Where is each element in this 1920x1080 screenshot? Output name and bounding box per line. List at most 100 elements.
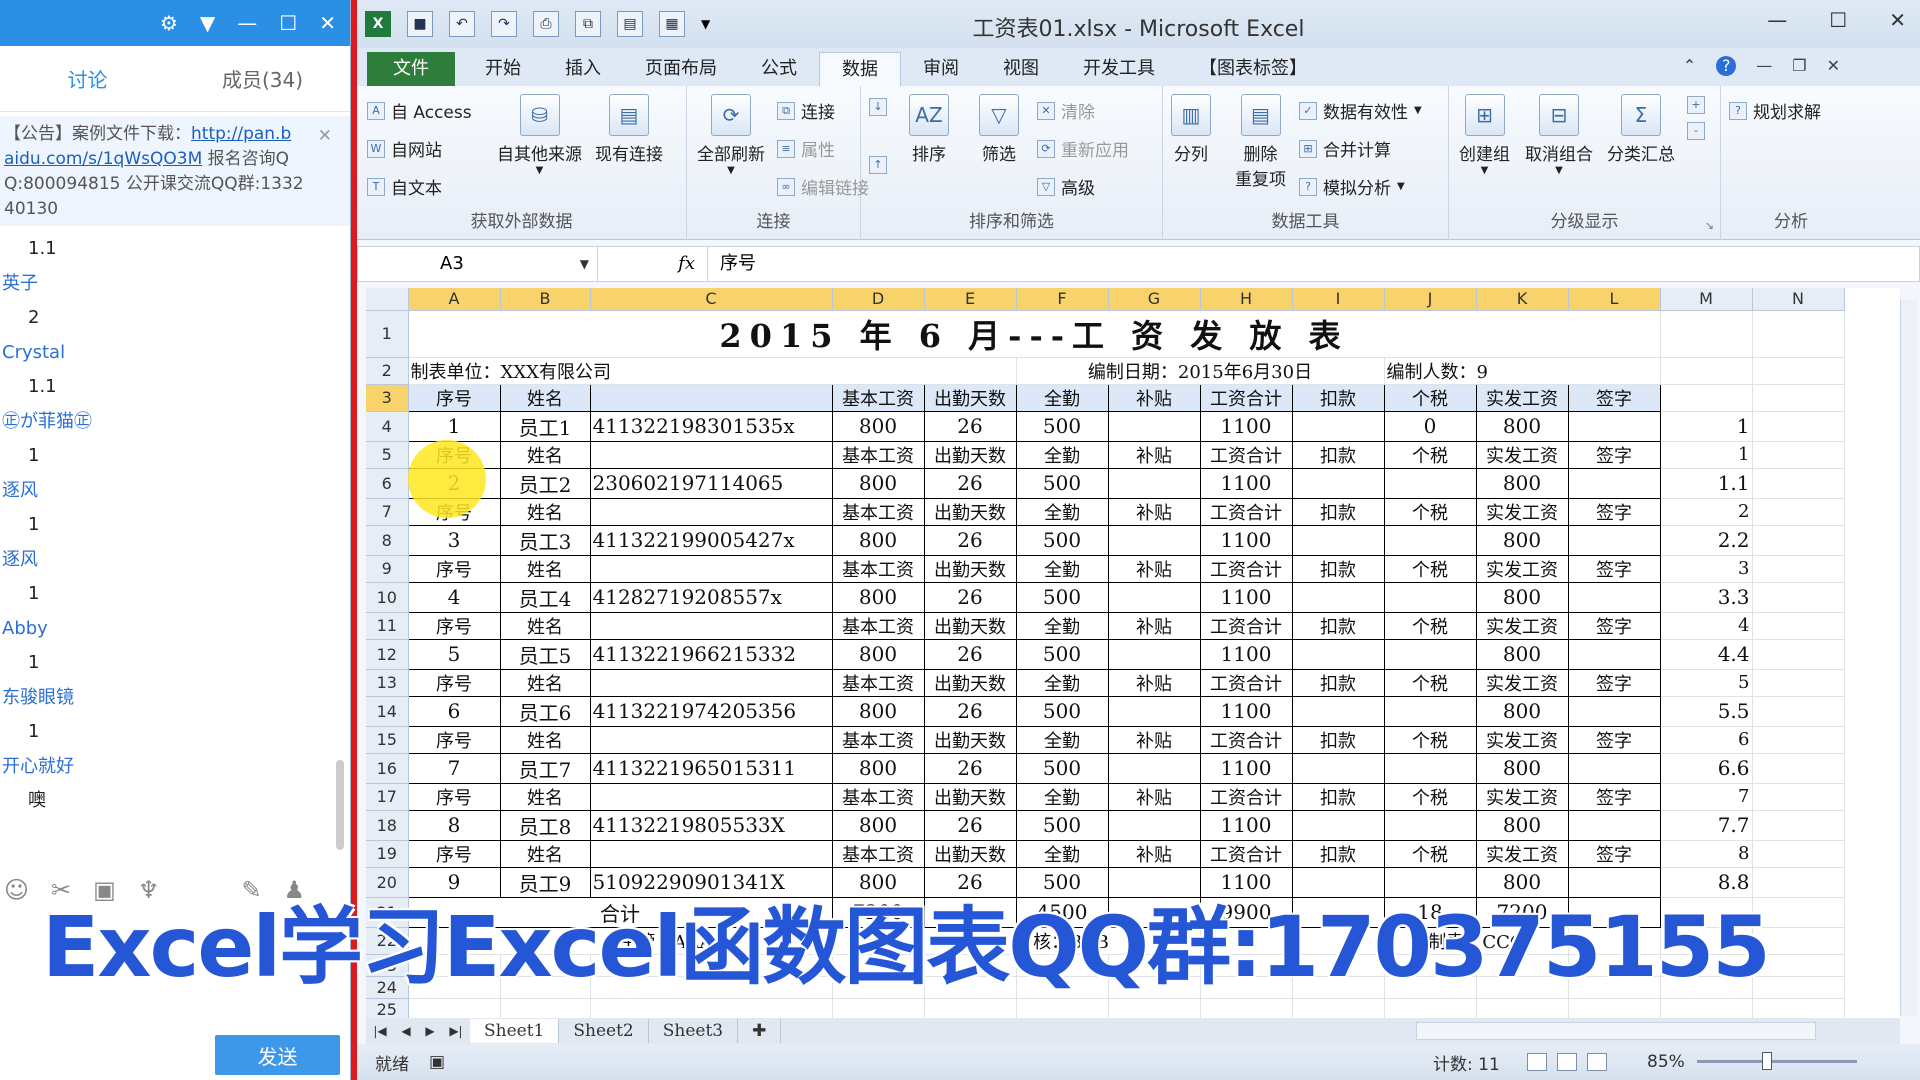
cell-total[interactable]: 1100 xyxy=(1199,638,1293,670)
header-cell[interactable]: 个税 xyxy=(1383,497,1477,526)
column-header[interactable]: N xyxy=(1752,288,1845,311)
header-cell[interactable]: 序号 xyxy=(407,440,501,469)
hide-detail-button[interactable]: - xyxy=(1687,122,1705,140)
data-validation-button[interactable]: ✓ 数据有效性 ▼ xyxy=(1299,98,1422,123)
header-cell[interactable]: 全勤 xyxy=(1015,440,1109,469)
header-cell[interactable] xyxy=(589,782,833,811)
cell-id[interactable]: 411322199005427x xyxy=(589,524,833,556)
header-cell[interactable]: 扣款 xyxy=(1291,839,1385,868)
header-cell[interactable]: 工资合计 xyxy=(1199,497,1293,526)
cell-m[interactable]: 6.6 xyxy=(1660,753,1753,784)
tab-discussion[interactable]: 讨论 xyxy=(0,46,175,111)
row-header[interactable]: 4 xyxy=(366,411,409,442)
subtotal-button[interactable]: Σ 分类汇总 xyxy=(1607,94,1675,165)
cell-tax[interactable] xyxy=(1383,809,1477,841)
message-sender[interactable]: 逐风 xyxy=(0,542,330,577)
cell[interactable] xyxy=(1752,669,1845,697)
cell[interactable] xyxy=(1016,998,1109,1018)
cell-base[interactable]: 800 xyxy=(831,752,925,784)
cell[interactable] xyxy=(1752,783,1845,811)
tab-page-layout[interactable]: 页面布局 xyxy=(623,52,739,86)
minimize-icon[interactable]: — xyxy=(1767,8,1787,32)
message-sender[interactable]: Abby xyxy=(0,611,330,646)
cell-allowance[interactable] xyxy=(1107,410,1201,442)
from-web-button[interactable]: W 自网站 xyxy=(367,136,442,161)
from-other-sources-button[interactable]: ⛁ 自其他来源 ▼ xyxy=(497,94,582,176)
minimize-icon[interactable]: — xyxy=(237,11,257,35)
show-detail-button[interactable]: + xyxy=(1687,96,1705,114)
message-sender[interactable]: 逐风 xyxy=(0,473,330,508)
header-cell[interactable]: 工资合计 xyxy=(1199,440,1293,469)
notice-link-part2[interactable]: aidu.com/s/1qWsQO3M xyxy=(4,149,202,169)
header-cell[interactable]: 补贴 xyxy=(1107,383,1201,412)
tab-insert[interactable]: 插入 xyxy=(543,52,623,86)
header-cell[interactable]: 姓名 xyxy=(499,725,591,754)
cell[interactable] xyxy=(1752,753,1845,784)
cell[interactable] xyxy=(1660,998,1753,1018)
cell[interactable] xyxy=(1752,810,1845,841)
column-header[interactable]: F xyxy=(1016,288,1109,311)
cell-name[interactable]: 员工8 xyxy=(499,809,591,841)
header-cell[interactable]: 姓名 xyxy=(499,668,591,697)
remove-duplicates-button[interactable]: ▤ 删除 重复项 xyxy=(1235,94,1286,190)
header-cell[interactable]: 补贴 xyxy=(1107,440,1201,469)
cell-allowance[interactable] xyxy=(1107,809,1201,841)
cell[interactable] xyxy=(1752,998,1845,1018)
header-cell[interactable]: 出勤天数 xyxy=(923,839,1017,868)
row-header[interactable]: 14 xyxy=(366,696,409,727)
horizontal-scrollbar[interactable] xyxy=(1416,1022,1816,1040)
undo-icon[interactable]: ↶ xyxy=(449,11,475,37)
row-header[interactable]: 3 xyxy=(366,384,409,412)
cell-allowance[interactable] xyxy=(1107,581,1201,613)
cell-no[interactable]: 2 xyxy=(407,467,501,499)
header-cell[interactable]: 签字 xyxy=(1567,725,1661,754)
cell-days[interactable]: 26 xyxy=(923,581,1017,613)
cell[interactable] xyxy=(1752,357,1845,385)
cell-total[interactable]: 1100 xyxy=(1199,695,1293,727)
cell[interactable] xyxy=(1292,998,1385,1018)
from-access-button[interactable]: A 自 Access xyxy=(367,98,472,123)
header-cell[interactable]: 个税 xyxy=(1383,554,1477,583)
cell-bonus[interactable]: 500 xyxy=(1015,809,1109,841)
cell-net[interactable]: 800 xyxy=(1475,581,1569,613)
cell-id[interactable]: 230602197114065 xyxy=(589,467,833,499)
header-cell[interactable]: 个税 xyxy=(1383,668,1477,697)
cell-name[interactable]: 员工6 xyxy=(499,695,591,727)
cell-m[interactable]: 2.2 xyxy=(1660,525,1753,556)
cell-deduction[interactable] xyxy=(1291,752,1385,784)
cell-allowance[interactable] xyxy=(1107,467,1201,499)
header-cell[interactable]: 全勤 xyxy=(1015,668,1109,697)
sheet-tab[interactable]: Sheet2 xyxy=(559,1019,649,1043)
header-cell[interactable]: 全勤 xyxy=(1015,839,1109,868)
cell-net[interactable]: 800 xyxy=(1475,638,1569,670)
header-cell[interactable]: 工资合计 xyxy=(1199,782,1293,811)
header-cell[interactable]: 工资合计 xyxy=(1199,668,1293,697)
column-header[interactable]: M xyxy=(1660,288,1753,311)
cell[interactable] xyxy=(1752,840,1845,868)
row-header[interactable]: 13 xyxy=(366,669,409,697)
form-icon[interactable]: ▦ xyxy=(659,11,685,37)
chat-scrollbar[interactable] xyxy=(334,230,344,860)
cell-sign[interactable] xyxy=(1567,695,1661,727)
page-break-view-icon[interactable] xyxy=(1587,1053,1607,1071)
cell[interactable] xyxy=(832,998,925,1018)
message-sender[interactable]: 英子 xyxy=(0,266,330,301)
header-cell[interactable]: 签字 xyxy=(1567,554,1661,583)
cell-sign[interactable] xyxy=(1567,581,1661,613)
maximize-icon[interactable]: ☐ xyxy=(1829,8,1847,32)
cell-bonus[interactable]: 500 xyxy=(1015,467,1109,499)
header-cell[interactable] xyxy=(589,839,833,868)
header-cell[interactable]: 姓名 xyxy=(499,383,591,412)
cell-id[interactable]: 4113221966215332 xyxy=(589,638,833,670)
cell[interactable] xyxy=(590,998,833,1018)
header-cell[interactable]: 签字 xyxy=(1567,383,1661,412)
header-cell[interactable]: 姓名 xyxy=(499,440,591,469)
header-cell[interactable]: 出勤天数 xyxy=(923,611,1017,640)
message-sender[interactable]: 东骏眼镜 xyxy=(0,680,330,715)
cell-deduction[interactable] xyxy=(1291,581,1385,613)
header-cell[interactable]: 序号 xyxy=(407,611,501,640)
cell-m[interactable]: 7.7 xyxy=(1660,810,1753,841)
cell-total[interactable]: 1100 xyxy=(1199,752,1293,784)
cell-m[interactable]: 1 xyxy=(1660,411,1753,442)
name-box[interactable]: A3 ▼ xyxy=(358,247,598,281)
